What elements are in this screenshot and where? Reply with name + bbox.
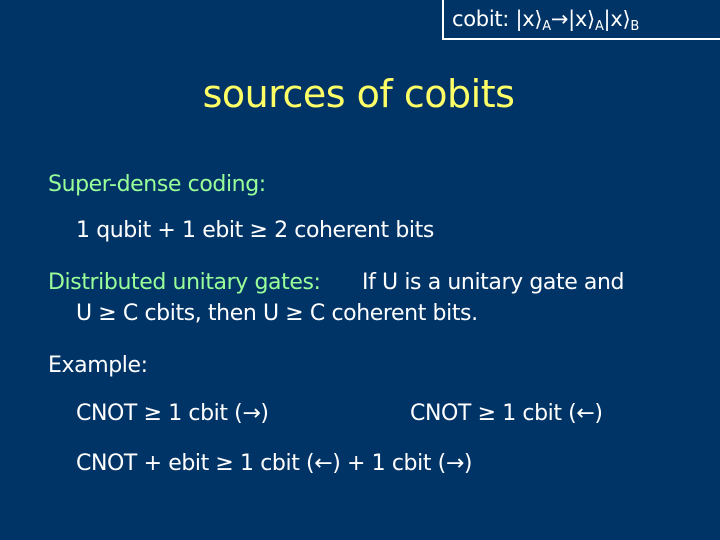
- example-item-3: CNOT + ebit ≥ 1 cbit (←) + 1 cbit (→): [76, 451, 473, 476]
- ket-x-a: |x⟩: [515, 7, 543, 31]
- cobit-label: cobit:: [452, 7, 510, 31]
- distributed-heading: Distributed unitary gates:: [48, 270, 321, 295]
- example-item-1: CNOT ≥ 1 cbit (→): [76, 401, 269, 426]
- superdense-statement: 1 qubit + 1 ebit ≥ 2 coherent bits: [76, 218, 434, 243]
- slide-title-text: sources of cobits: [202, 72, 515, 116]
- arrow-right-icon: →: [550, 7, 569, 31]
- slide-title: sources of cobits: [0, 72, 720, 116]
- subscript-a: A: [542, 19, 551, 34]
- superdense-heading: Super-dense coding:: [48, 172, 266, 197]
- subscript-b: B: [630, 19, 639, 34]
- ket-x-b: |x⟩: [603, 7, 631, 31]
- ket-x-a-2: |x⟩: [568, 7, 595, 31]
- distributed-statement-line1: If U is a unitary gate and: [362, 270, 625, 295]
- distributed-statement-line2: U ≥ C cbits, then U ≥ C coherent bits.: [76, 301, 478, 326]
- example-item-2: CNOT ≥ 1 cbit (←): [410, 401, 603, 426]
- subscript-a-2: A: [594, 19, 604, 34]
- cobit-definition-box: cobit: |x⟩A→|x⟩A|x⟩B: [442, 0, 720, 40]
- example-heading: Example:: [48, 353, 148, 378]
